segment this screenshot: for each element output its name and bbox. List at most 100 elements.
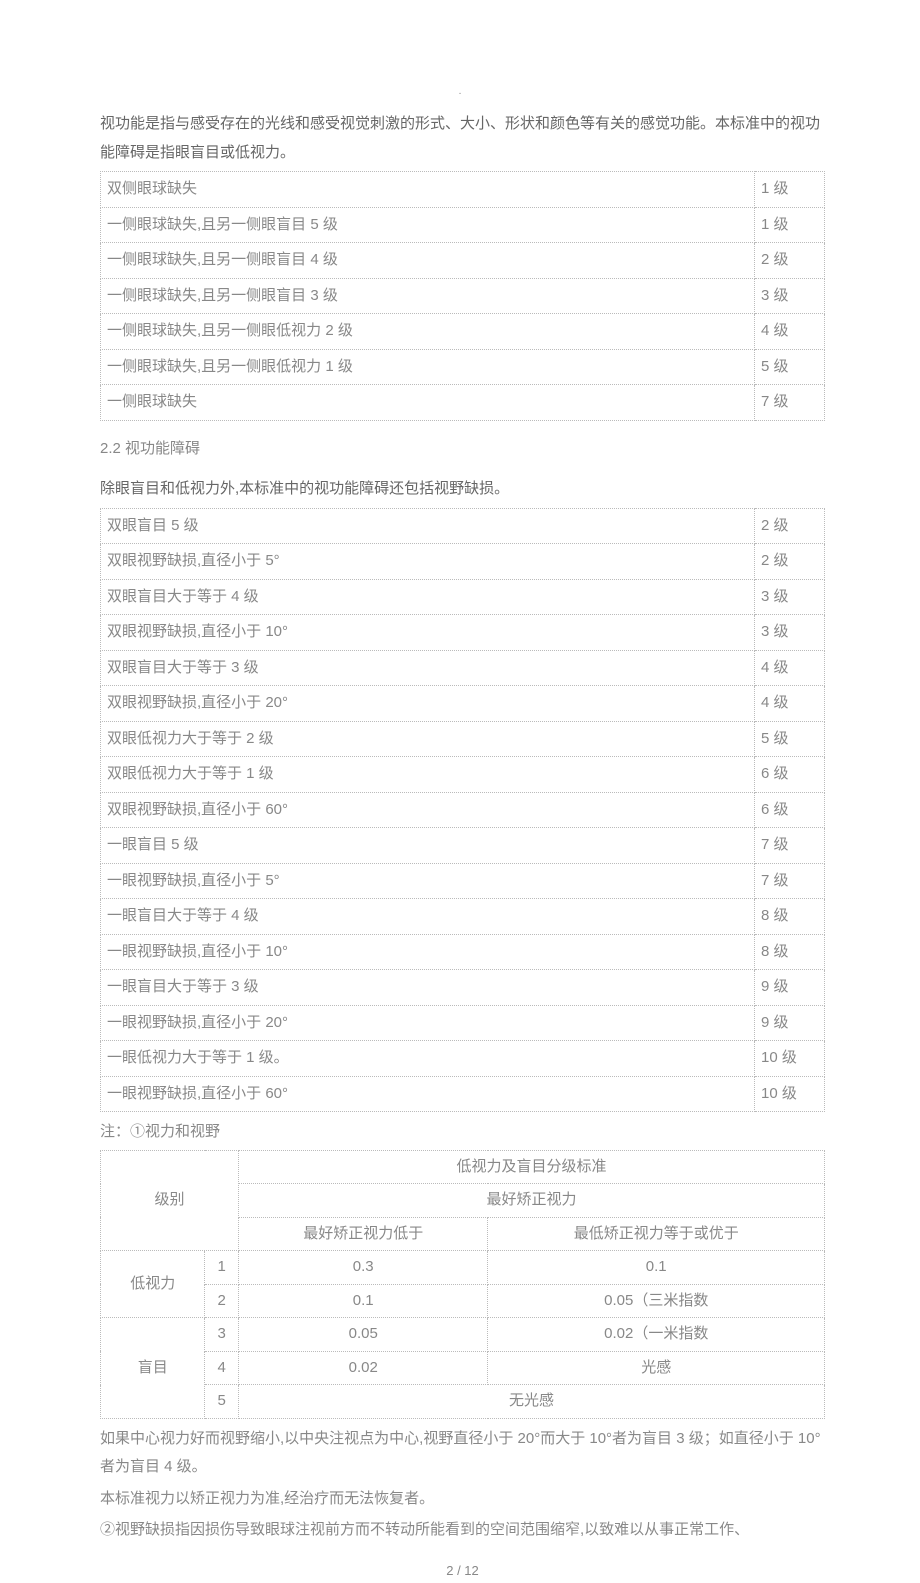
table-row: 双眼低视力大于等于 1 级6 级 <box>101 757 825 793</box>
desc-cell: 双眼视野缺损,直径小于 5° <box>101 544 755 580</box>
desc-cell: 双眼盲目大于等于 4 级 <box>101 579 755 615</box>
table-row: 一侧眼球缺失,且另一侧眼低视力 2 级4 级 <box>101 314 825 350</box>
desc-cell: 一侧眼球缺失,且另一侧眼盲目 5 级 <box>101 207 755 243</box>
grade-cell: 4 级 <box>755 314 825 350</box>
desc-cell: 一眼盲目大于等于 3 级 <box>101 970 755 1006</box>
grade-cell: 1 级 <box>755 172 825 208</box>
grade-cell: 3 级 <box>755 579 825 615</box>
cell: 0.02（一米指数 <box>488 1318 825 1352</box>
desc-cell: 一眼盲目 5 级 <box>101 828 755 864</box>
desc-cell: 一眼视野缺损,直径小于 60° <box>101 1076 755 1112</box>
cell: 4 <box>205 1351 239 1385</box>
vision-impairment-table: 双眼盲目 5 级2 级双眼视野缺损,直径小于 5°2 级双眼盲目大于等于 4 级… <box>100 508 825 1113</box>
table-row: 一眼视野缺损,直径小于 5°7 级 <box>101 863 825 899</box>
desc-cell: 一侧眼球缺失 <box>101 385 755 421</box>
table-row: 一侧眼球缺失,且另一侧眼盲目 5 级1 级 <box>101 207 825 243</box>
desc-cell: 一侧眼球缺失,且另一侧眼盲目 4 级 <box>101 243 755 279</box>
col-below: 最好矫正视力低于 <box>238 1217 487 1251</box>
section-2-2-heading: 2.2 视功能障碍 <box>100 435 825 464</box>
table-row: 一眼盲目 5 级7 级 <box>101 828 825 864</box>
cell-no-light: 无光感 <box>238 1385 824 1419</box>
category-blind: 盲目 <box>101 1318 205 1419</box>
desc-cell: 双眼盲目大于等于 3 级 <box>101 650 755 686</box>
grade-cell: 2 级 <box>755 544 825 580</box>
page-number: 2 / 12 <box>100 1559 825 1583</box>
grade-cell: 1 级 <box>755 207 825 243</box>
table-row: 一眼盲目大于等于 3 级9 级 <box>101 970 825 1006</box>
grade-cell: 10 级 <box>755 1041 825 1077</box>
table-row: 一眼低视力大于等于 1 级。10 级 <box>101 1041 825 1077</box>
grade-cell: 9 级 <box>755 970 825 1006</box>
table-row: 一眼盲目大于等于 4 级8 级 <box>101 899 825 935</box>
cell: 0.02 <box>238 1351 487 1385</box>
header-dot: . <box>459 82 462 101</box>
table-row: 双眼盲目大于等于 4 级3 级 <box>101 579 825 615</box>
grade-cell: 9 级 <box>755 1005 825 1041</box>
eyeball-loss-table: 双侧眼球缺失1 级一侧眼球缺失,且另一侧眼盲目 5 级1 级一侧眼球缺失,且另一… <box>100 171 825 421</box>
grade-cell: 2 级 <box>755 243 825 279</box>
desc-cell: 双眼视野缺损,直径小于 10° <box>101 615 755 651</box>
cell: 0.1 <box>488 1251 825 1285</box>
grade-cell: 7 级 <box>755 385 825 421</box>
grade-cell: 8 级 <box>755 899 825 935</box>
cell: 1 <box>205 1251 239 1285</box>
desc-cell: 双眼低视力大于等于 2 级 <box>101 721 755 757</box>
cell: 0.3 <box>238 1251 487 1285</box>
category-low-vision: 低视力 <box>101 1251 205 1318</box>
table-row: 双眼视野缺损,直径小于 60°6 级 <box>101 792 825 828</box>
table-row: 一侧眼球缺失7 级 <box>101 385 825 421</box>
desc-cell: 一侧眼球缺失,且另一侧眼盲目 3 级 <box>101 278 755 314</box>
section-2-2-intro: 除眼盲目和低视力外,本标准中的视功能障碍还包括视野缺损。 <box>100 475 825 504</box>
table-row: 双眼盲目大于等于 3 级4 级 <box>101 650 825 686</box>
table-row: 双眼视野缺损,直径小于 5°2 级 <box>101 544 825 580</box>
grade-cell: 5 级 <box>755 721 825 757</box>
desc-cell: 双侧眼球缺失 <box>101 172 755 208</box>
intro-paragraph: 视功能是指与感受存在的光线和感受视觉刺激的形式、大小、形状和颜色等有关的感觉功能… <box>100 110 825 167</box>
col-standard: 低视力及盲目分级标准 <box>238 1150 824 1184</box>
grade-cell: 7 级 <box>755 863 825 899</box>
cell: 0.05 <box>238 1318 487 1352</box>
desc-cell: 一眼视野缺损,直径小于 10° <box>101 934 755 970</box>
grade-cell: 8 级 <box>755 934 825 970</box>
cell: 光感 <box>488 1351 825 1385</box>
col-best-corrected: 最好矫正视力 <box>238 1184 824 1218</box>
desc-cell: 一眼低视力大于等于 1 级。 <box>101 1041 755 1077</box>
footnote-1: 如果中心视力好而视野缩小,以中央注视点为中心,视野直径小于 20°而大于 10°… <box>100 1425 825 1482</box>
grade-cell: 2 级 <box>755 508 825 544</box>
footnote-2: 本标准视力以矫正视力为准,经治疗而无法恢复者。 <box>100 1485 825 1514</box>
table-row: 双眼视野缺损,直径小于 20°4 级 <box>101 686 825 722</box>
desc-cell: 双眼盲目 5 级 <box>101 508 755 544</box>
grade-cell: 4 级 <box>755 686 825 722</box>
note-header: 注：①视力和视野 <box>100 1118 825 1147</box>
grade-cell: 6 级 <box>755 792 825 828</box>
desc-cell: 一眼盲目大于等于 4 级 <box>101 899 755 935</box>
table-row: 一眼视野缺损,直径小于 60°10 级 <box>101 1076 825 1112</box>
grade-cell: 3 级 <box>755 615 825 651</box>
grade-cell: 5 级 <box>755 349 825 385</box>
desc-cell: 双眼低视力大于等于 1 级 <box>101 757 755 793</box>
grade-cell: 6 级 <box>755 757 825 793</box>
grade-cell: 10 级 <box>755 1076 825 1112</box>
cell: 2 <box>205 1284 239 1318</box>
cell: 0.1 <box>238 1284 487 1318</box>
table-row: 双侧眼球缺失1 级 <box>101 172 825 208</box>
grade-cell: 4 级 <box>755 650 825 686</box>
desc-cell: 一眼视野缺损,直径小于 20° <box>101 1005 755 1041</box>
footnote-3: ②视野缺损指因损伤导致眼球注视前方而不转动所能看到的空间范围缩窄,以致难以从事正… <box>100 1516 825 1545</box>
table-row: 一眼视野缺损,直径小于 10°8 级 <box>101 934 825 970</box>
desc-cell: 一眼视野缺损,直径小于 5° <box>101 863 755 899</box>
desc-cell: 一侧眼球缺失,且另一侧眼低视力 2 级 <box>101 314 755 350</box>
grade-cell: 3 级 <box>755 278 825 314</box>
vision-grade-standard-table: 级别 低视力及盲目分级标准 最好矫正视力 最好矫正视力低于 最低矫正视力等于或优… <box>100 1150 825 1419</box>
desc-cell: 双眼视野缺损,直径小于 60° <box>101 792 755 828</box>
table-row: 双眼盲目 5 级2 级 <box>101 508 825 544</box>
table-row: 双眼低视力大于等于 2 级5 级 <box>101 721 825 757</box>
table-row: 一侧眼球缺失,且另一侧眼低视力 1 级5 级 <box>101 349 825 385</box>
desc-cell: 一侧眼球缺失,且另一侧眼低视力 1 级 <box>101 349 755 385</box>
table-row: 双眼视野缺损,直径小于 10°3 级 <box>101 615 825 651</box>
table-row: 一侧眼球缺失,且另一侧眼盲目 3 级3 级 <box>101 278 825 314</box>
col-level: 级别 <box>101 1150 239 1251</box>
cell: 5 <box>205 1385 239 1419</box>
col-above: 最低矫正视力等于或优于 <box>488 1217 825 1251</box>
desc-cell: 双眼视野缺损,直径小于 20° <box>101 686 755 722</box>
